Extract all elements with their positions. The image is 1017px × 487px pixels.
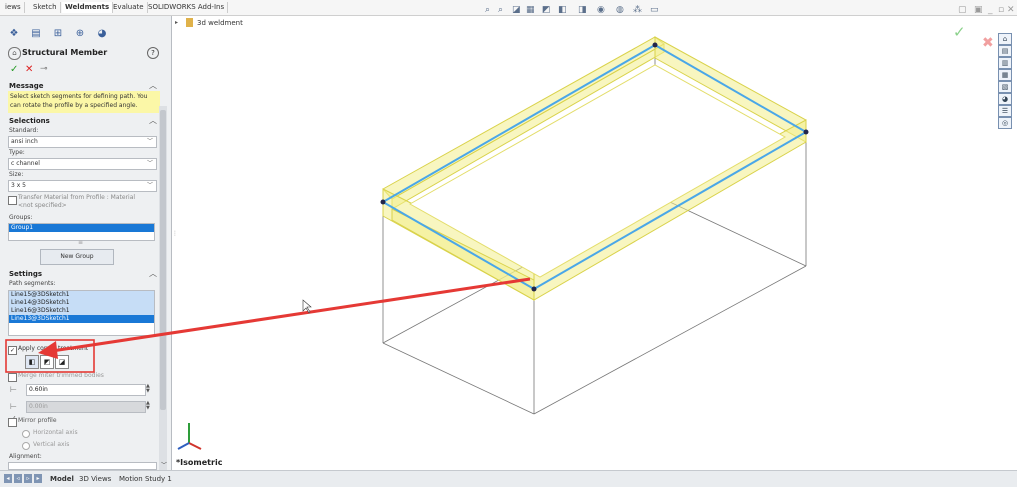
graphics-area[interactable]	[0, 0, 1017, 486]
next-tab-icon[interactable]: ▹	[24, 474, 32, 483]
tab-model[interactable]: Model	[47, 473, 77, 485]
box-edge	[533, 265, 807, 415]
path-vertex[interactable]	[380, 199, 386, 205]
path-vertex[interactable]	[803, 129, 809, 135]
triad-axes-icon	[177, 423, 202, 450]
prev-tab-icon[interactable]: ◃	[14, 474, 22, 483]
annotation-arrowhead	[38, 341, 58, 359]
path-vertex[interactable]	[652, 42, 658, 48]
annotation-arrow-line	[51, 277, 531, 353]
bottom-tabs-bar: ◂ ◃ ▹ ▸ Model 3D Views Motion Study 1	[0, 470, 1017, 487]
box-edge	[382, 342, 535, 415]
first-tab-icon[interactable]: ◂	[4, 474, 12, 483]
last-tab-icon[interactable]: ▸	[34, 474, 42, 483]
tab-3d-views[interactable]: 3D Views	[76, 473, 114, 485]
path-vertex[interactable]	[531, 286, 537, 292]
view-orientation-label: *Isometric	[176, 458, 223, 467]
tab-motion-study[interactable]: Motion Study 1	[116, 473, 175, 485]
